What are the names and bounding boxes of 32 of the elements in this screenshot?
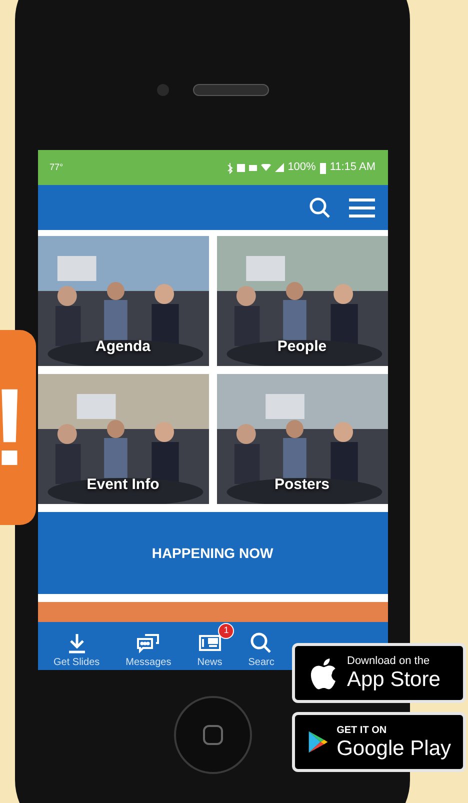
notification-badge: 1 [218,622,234,638]
tile-label: Event Info [86,474,160,494]
store-badge[interactable]: GET IT ON Google Play [292,712,466,772]
nav-item[interactable]: Get Slides [42,622,112,670]
menu-tile[interactable]: Event Info [38,374,208,504]
menu-icon[interactable] [348,196,376,220]
clock: 11:15 AM [330,160,376,176]
nav-item[interactable]: News 1 [185,622,234,670]
wifi-icon [260,164,271,171]
tile-label: People [277,336,327,356]
nav-item[interactable]: Messages [114,622,184,670]
battery-icon [320,162,326,174]
menu-tile[interactable]: Posters [216,374,388,504]
store-name: Google Play [336,738,451,758]
search-icon [249,630,274,654]
bluetooth-icon [226,162,233,174]
temperature: 77° [50,160,64,174]
store-small-text: Download on the [347,656,431,667]
tile-label: Posters [274,474,330,494]
happening-now-banner[interactable]: HAPPENING NOW [38,512,388,594]
battery-level: 100% [288,160,316,176]
store-small-text: GET IT ON [336,726,388,736]
camera [156,84,168,96]
tile-label: Agenda [95,336,150,356]
signal-icon [274,163,284,172]
exclamation-mark: ! [0,372,28,482]
search-icon[interactable] [308,196,332,220]
nav-item[interactable]: Searc [236,622,286,670]
store-badge[interactable]: Download on the App Store [292,643,466,703]
menu-tile[interactable]: People [216,236,388,366]
menu-tile[interactable]: Agenda [38,236,208,366]
store-name: App Store [347,669,440,690]
